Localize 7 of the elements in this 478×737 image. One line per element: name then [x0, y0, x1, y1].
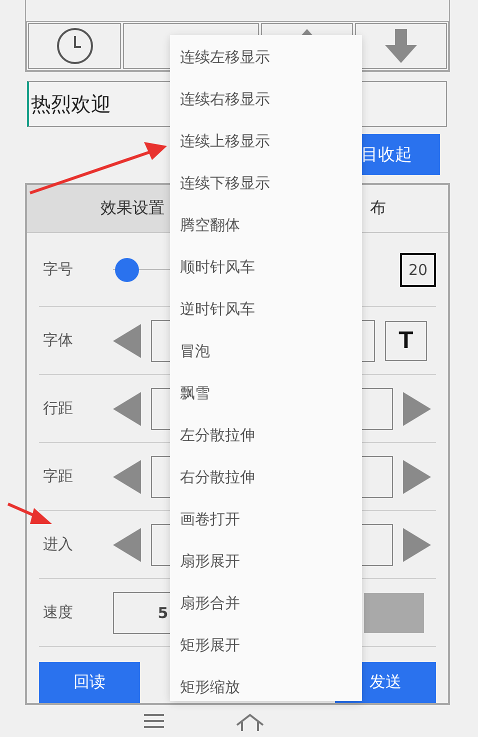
setting-label: 进入 — [42, 535, 74, 554]
setting-label: 字体 — [42, 331, 74, 350]
setting-label: 字距 — [42, 467, 74, 486]
setting-label: 字号 — [42, 260, 74, 279]
setting-label: 速度 — [42, 603, 74, 622]
size-value: 20 — [400, 252, 436, 286]
setting-label: 行距 — [42, 399, 74, 418]
